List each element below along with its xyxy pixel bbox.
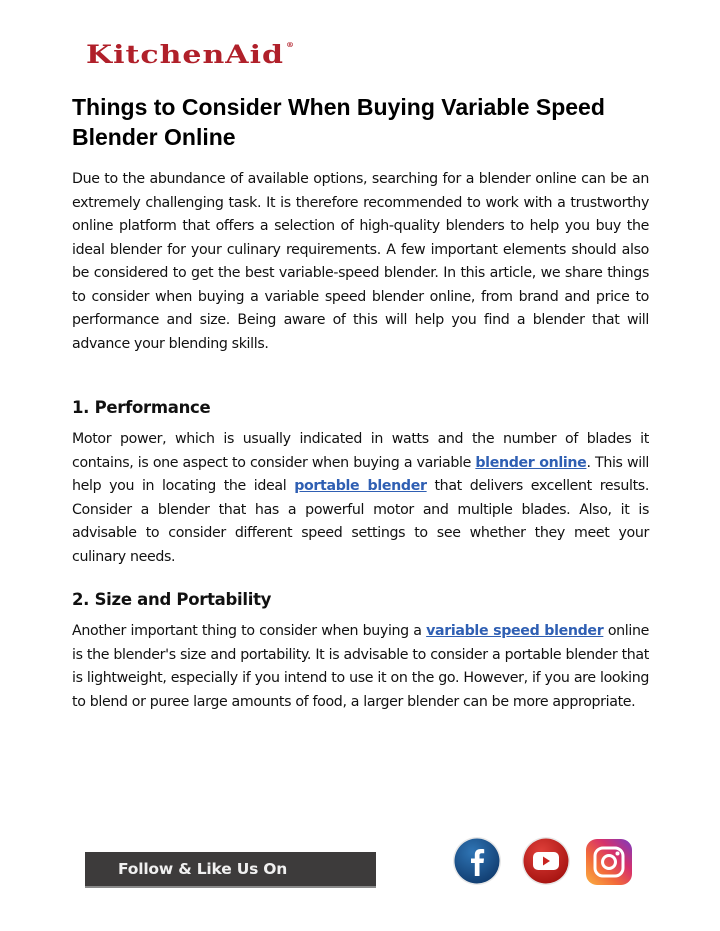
size-paragraph: Another important thing to consider when… (72, 620, 649, 714)
intro-paragraph: Due to the abundance of available option… (72, 171, 649, 352)
instagram-button[interactable] (585, 838, 633, 886)
portable-blender-link[interactable]: portable blender (294, 478, 427, 494)
performance-paragraph: Motor power, which is usually indicated … (72, 428, 649, 569)
facebook-button[interactable] (452, 836, 502, 886)
registered-mark: ® (285, 40, 295, 49)
article-title: Things to Consider When Buying Variable … (72, 94, 605, 150)
follow-banner: Follow & Like Us On (85, 852, 376, 888)
follow-label: Follow & Like Us On (118, 860, 288, 878)
section-heading-performance: 1. Performance (72, 398, 211, 417)
variable-speed-blender-link[interactable]: variable speed blender (426, 623, 604, 639)
section-heading-size-portability: 2. Size and Portability (72, 590, 272, 609)
kitchenaid-logo: KitchenAid ® (86, 40, 295, 70)
size-text-1: Another important thing to consider when… (72, 623, 427, 639)
blender-online-link[interactable]: blender online (475, 455, 586, 471)
youtube-icon (522, 837, 570, 885)
facebook-icon (453, 837, 501, 885)
instagram-icon (586, 839, 632, 885)
logo-text: KitchenAid (86, 40, 284, 70)
youtube-button[interactable] (521, 836, 571, 886)
